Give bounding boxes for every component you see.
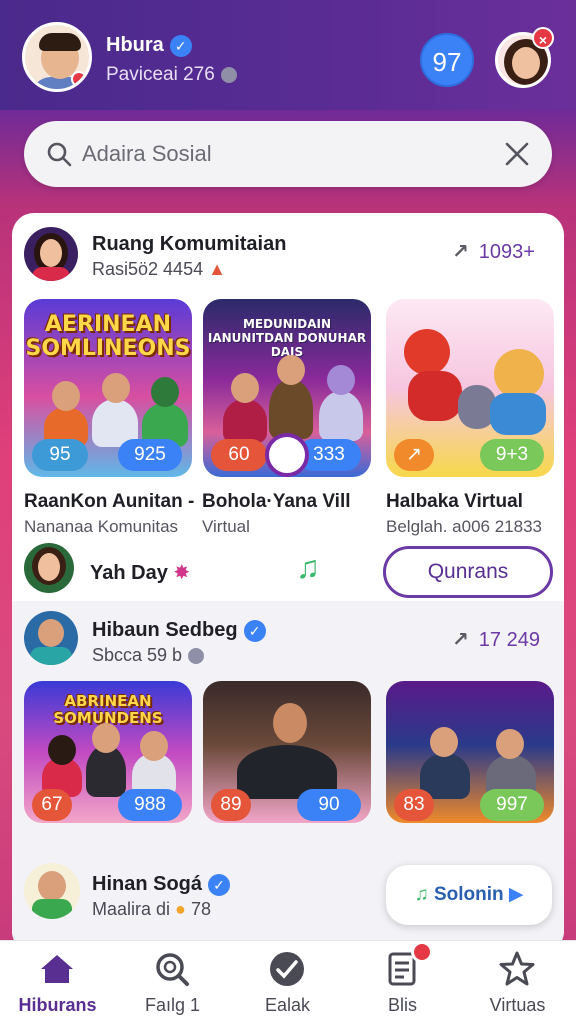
row-subtitle: Maalira di <box>92 899 171 919</box>
notification-dot <box>411 941 433 963</box>
search-input[interactable] <box>82 139 482 169</box>
gear-icon <box>220 66 237 83</box>
group-title[interactable]: Hibaun Sedbeg <box>92 619 238 641</box>
tile-left-badge: 67 <box>32 789 72 821</box>
bottom-nav: Hiburans Faılg 1 Ealak Blis Virtuas <box>0 940 576 1024</box>
gear-icon <box>188 648 205 665</box>
verified-icon: ✓ <box>243 619 266 642</box>
nav-item-virtuas[interactable]: Virtuas <box>460 941 575 1024</box>
nav-item-blis[interactable]: Blis <box>345 941 460 1024</box>
user-name: Hbura <box>106 34 164 56</box>
tile-right-badge: 90 <box>297 789 361 821</box>
user-avatar[interactable] <box>24 543 74 593</box>
group-avatar[interactable] <box>24 611 78 665</box>
tile-subtitle: Belglah. a006 21833 <box>386 517 542 536</box>
clear-search-icon[interactable] <box>502 139 532 169</box>
tile-title[interactable]: RaanKon Aunitan - <box>24 491 194 513</box>
verified-icon: ✓ <box>169 34 192 57</box>
tile-banner: AERINEAN SOMLINEONS <box>25 312 191 361</box>
tile-left-badge: 83 <box>394 789 434 821</box>
community-tile[interactable]: 89 90 <box>203 681 371 823</box>
tile-banner: MEDUNIDAIN IANUNITDAN DONUHAR DAIS <box>207 317 367 359</box>
nav-item-ealak[interactable]: Ealak <box>230 941 345 1024</box>
sparkle-icon: ✸ <box>173 562 191 584</box>
group-avatar[interactable] <box>24 227 78 281</box>
nav-label: Ealak <box>264 995 311 1015</box>
top-header: Hbura ✓ Paviceai 276 97 × <box>0 0 576 110</box>
solonin-button[interactable]: ♫ Solonin ▶ <box>386 865 552 925</box>
tile-right-badge: 925 <box>118 439 182 471</box>
tile-left-badge: 89 <box>211 789 251 821</box>
tile-left-badge: 60 <box>211 439 267 471</box>
verified-icon: ✓ <box>208 873 231 896</box>
firecracker-icon: ▲ <box>208 259 226 279</box>
search-icon <box>156 953 189 986</box>
home-icon <box>41 955 73 983</box>
community-tile[interactable]: MEDUNIDAIN IANUNITDAN DONUHAR DAIS 60 33… <box>203 299 371 477</box>
trend-count: 1093+ <box>478 241 535 263</box>
music-note-icon[interactable]: ♫ <box>296 549 320 586</box>
star-icon <box>499 951 535 986</box>
nav-label: Blis <box>387 995 417 1015</box>
avatar-status-badge <box>71 71 87 87</box>
search-icon <box>47 142 72 167</box>
host-avatar <box>265 433 309 477</box>
user-subtitle: Paviceai 276 <box>106 64 215 85</box>
nav-item-hiburans[interactable]: Hiburans <box>0 941 115 1024</box>
group-subtitle: Sbcca 59 b <box>92 645 183 665</box>
tile-right-badge: 997 <box>480 789 544 821</box>
tile-subtitle: Nananaa Komunitas <box>24 517 179 536</box>
close-icon[interactable]: × <box>532 27 554 49</box>
tile-title[interactable]: Bohola·Yana Vill <box>202 491 351 513</box>
community-tile[interactable]: AERINEAN SOMLINEONS 95 925 <box>24 299 192 477</box>
notification-count-badge[interactable]: 97 <box>420 33 474 87</box>
nav-item-search[interactable]: Faılg 1 <box>115 941 230 1024</box>
community-tile[interactable]: ↗ 9+3 <box>386 299 554 477</box>
tile-left-badge: 95 <box>32 439 88 471</box>
row-title[interactable]: Hinan Sogá <box>92 873 202 895</box>
feed-card: Ruang Komumitaian Rasi5ö2 4454 ▲ ↗ 1093+ … <box>12 213 564 953</box>
tile-left-badge: ↗ <box>394 439 434 471</box>
nav-label: Virtuas <box>489 995 546 1015</box>
nav-label: Faılg 1 <box>144 995 201 1015</box>
tile-right-badge: 988 <box>118 789 182 821</box>
check-icon <box>270 952 304 986</box>
community-tile[interactable]: ABRINEAN SOMUNDENS 67 988 <box>24 681 192 823</box>
group-title[interactable]: Ruang Komumitaian <box>92 233 286 256</box>
play-icon: ▶ <box>508 884 524 905</box>
search-bar[interactable] <box>24 121 552 187</box>
group-subtitle: Rasi5ö2 4454 <box>92 259 204 279</box>
tile-banner: ABRINEAN SOMUNDENS <box>53 692 163 727</box>
trend-arrow-icon: ↗ <box>452 241 469 263</box>
trend-count: 17 249 <box>478 629 540 651</box>
join-button[interactable]: Qunrans <box>383 546 553 598</box>
profile-avatar[interactable] <box>22 22 92 92</box>
community-tile[interactable]: 83 997 <box>386 681 554 823</box>
music-note-icon: ♫ <box>414 884 429 905</box>
nav-label: Hiburans <box>18 995 97 1015</box>
trend-arrow-icon: ↗ <box>452 629 469 651</box>
tile-title[interactable]: Halbaka Virtual <box>386 491 523 513</box>
user-avatar[interactable] <box>24 863 80 919</box>
row-title[interactable]: Yah Day <box>90 562 168 584</box>
tile-subtitle: Virtual <box>202 517 250 536</box>
tile-right-badge: 9+3 <box>480 439 544 471</box>
emoji-icon: ● <box>175 899 186 919</box>
